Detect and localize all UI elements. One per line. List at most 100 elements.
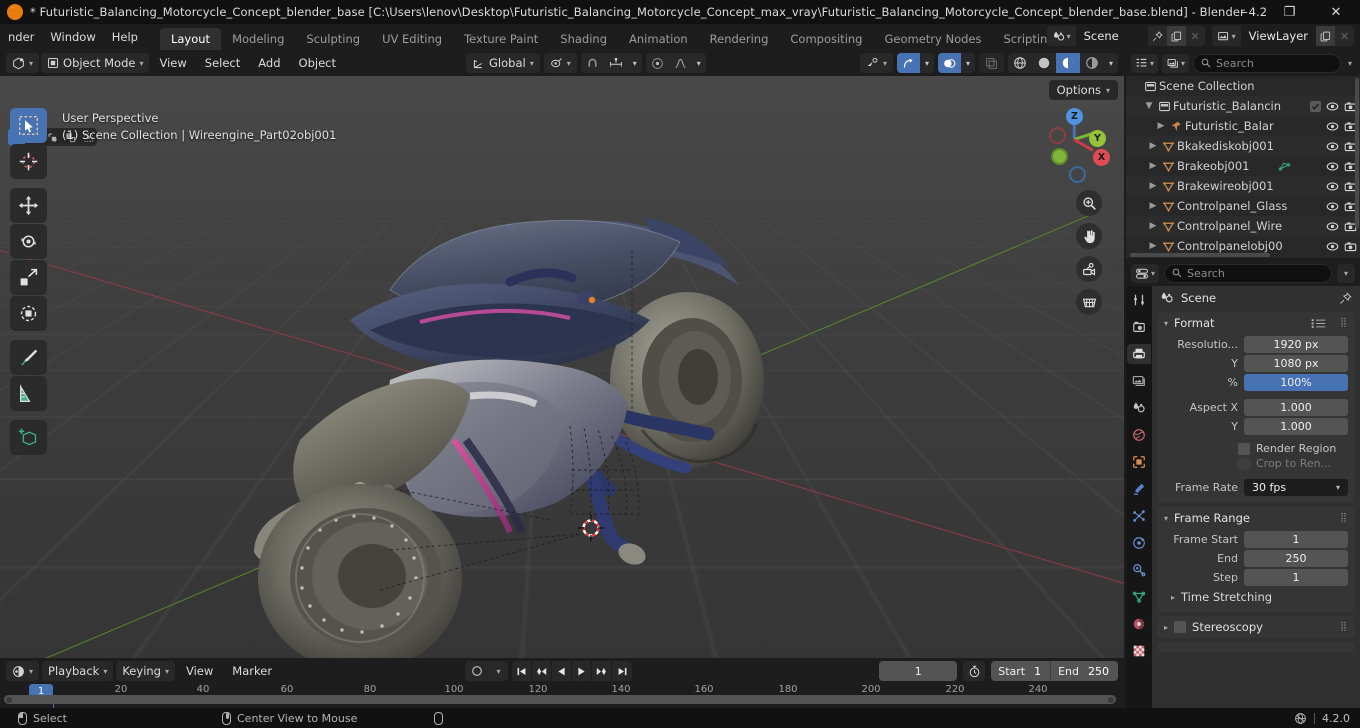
outliner-row-brakewireobj001[interactable]: ▶ Brakewireobj001: [1126, 176, 1360, 196]
frame-start-field[interactable]: 1: [1244, 530, 1348, 548]
tab-sculpting[interactable]: Sculpting: [295, 28, 371, 50]
tool-annotate[interactable]: [10, 340, 47, 375]
scene-selector[interactable]: ▾ Scene ✕: [1046, 26, 1205, 46]
tab-texture-paint[interactable]: Texture Paint: [453, 28, 549, 50]
tab-rendering[interactable]: Rendering: [699, 28, 780, 50]
move-view-icon[interactable]: [1076, 223, 1102, 249]
close-button[interactable]: ✕: [1312, 0, 1360, 24]
tool-tab[interactable]: [1127, 290, 1151, 310]
scene-icon[interactable]: ▾: [1046, 26, 1076, 46]
timeline-editor-type-button[interactable]: ▾: [6, 661, 40, 681]
viewlayer-name[interactable]: ViewLayer: [1240, 26, 1316, 46]
tool-move[interactable]: [10, 188, 47, 223]
grip-icon[interactable]: ⣿: [1340, 513, 1348, 523]
tab-modeling[interactable]: Modeling: [221, 28, 295, 50]
object-mode-dropdown[interactable]: Object Mode ▾: [41, 53, 150, 73]
tool-measure[interactable]: [10, 376, 47, 411]
modifier-tab[interactable]: [1127, 479, 1151, 499]
outliner-tree[interactable]: Scene Collection ▼ Futuristic_Balancin ▶: [1126, 76, 1360, 258]
hide-in-viewport-icon[interactable]: [1326, 161, 1339, 172]
properties-panel-area[interactable]: Scene ▾ Format ⣿ Resolutio... 1920 px Y …: [1152, 286, 1360, 708]
end-frame-value[interactable]: 250: [1086, 665, 1118, 678]
view-axis-gizmo[interactable]: Z Y X: [1043, 108, 1110, 183]
tab-uv-editing[interactable]: UV Editing: [371, 28, 453, 50]
particles-tab[interactable]: [1127, 506, 1151, 526]
overlays-group[interactable]: ▾: [937, 53, 975, 73]
hide-in-viewport-icon[interactable]: [1326, 221, 1339, 232]
jump-to-prev-keyframe-button[interactable]: [532, 661, 552, 681]
chevron-right-icon[interactable]: ▸: [1171, 593, 1175, 602]
jump-to-next-keyframe-button[interactable]: [592, 661, 612, 681]
zoom-view-icon[interactable]: [1076, 190, 1102, 216]
physics-tab[interactable]: [1127, 533, 1151, 553]
scene-name[interactable]: Scene: [1075, 26, 1148, 46]
3d-viewport[interactable]: ▾ Object Mode ▾ View Select Add Object G…: [0, 50, 1124, 658]
editor-type-button[interactable]: ▾: [6, 53, 40, 73]
visibility-dropdown[interactable]: ▾: [859, 53, 893, 73]
gizmo-axis-x[interactable]: X: [1093, 149, 1110, 166]
chevron-down-icon[interactable]: ▾: [692, 53, 706, 73]
outliner-search-input[interactable]: Search: [1193, 53, 1341, 73]
viewport-menu-view[interactable]: View: [151, 53, 194, 73]
exclude-checkbox[interactable]: [1310, 100, 1321, 112]
chevron-down-icon[interactable]: ▾: [1164, 514, 1168, 523]
snap-target-icon[interactable]: [604, 53, 628, 73]
minimize-button[interactable]: –: [1222, 0, 1267, 24]
render-tab[interactable]: [1127, 317, 1151, 337]
format-panel-header[interactable]: ▾ Format ⣿: [1157, 312, 1355, 334]
show-gizmo-icon[interactable]: [896, 53, 920, 73]
viewport-options-button[interactable]: Options ▾: [1048, 80, 1118, 100]
hide-in-viewport-icon[interactable]: [1326, 101, 1339, 112]
render-region-row[interactable]: Render Region: [1238, 442, 1348, 455]
outliner-row-armature[interactable]: ▶ Futuristic_Balar: [1126, 116, 1360, 136]
hide-in-viewport-icon[interactable]: [1326, 121, 1339, 132]
resolution-y-field[interactable]: 1080 px: [1244, 354, 1348, 372]
expand-toggle-icon[interactable]: ▶: [1146, 141, 1160, 151]
keying-dropdown[interactable]: Keying ▾: [116, 661, 175, 681]
tab-animation[interactable]: Animation: [618, 28, 699, 50]
expand-toggle-icon[interactable]: ▶: [1146, 201, 1160, 211]
outliner-editor-type-button[interactable]: ▾: [1131, 53, 1159, 73]
chevron-down-icon[interactable]: ▾: [1164, 319, 1168, 328]
record-icon[interactable]: [465, 661, 489, 681]
grip-icon[interactable]: ⣿: [1340, 622, 1348, 632]
render-region-checkbox[interactable]: [1238, 442, 1250, 455]
tab-shading[interactable]: Shading: [549, 28, 618, 50]
outliner-editor[interactable]: ▾ ▾ Search ▾ Scene Collection ▼ Futurist…: [1126, 50, 1360, 258]
outliner-filter-icon[interactable]: ▾: [1345, 54, 1355, 73]
play-button[interactable]: [572, 661, 592, 681]
proportional-edit-group[interactable]: ▾: [645, 53, 706, 73]
outliner-row-bkakediskobj001[interactable]: ▶ Bkakediskobj001: [1126, 136, 1360, 156]
expand-toggle-icon[interactable]: ▶: [1146, 181, 1160, 191]
gizmo-axis-z[interactable]: Z: [1066, 108, 1083, 125]
chevron-down-icon[interactable]: ▾: [961, 53, 975, 73]
proportional-edit-icon[interactable]: [646, 53, 669, 73]
outliner-row-brakeobj001[interactable]: ▶ Brakeobj001: [1126, 156, 1360, 176]
play-reverse-button[interactable]: [552, 661, 572, 681]
properties-options-button[interactable]: ▾: [1337, 263, 1355, 283]
toggle-perspective-icon[interactable]: [1076, 289, 1102, 315]
tool-cursor[interactable]: [10, 144, 47, 179]
frame-range-panel-header[interactable]: ▾ Frame Range ⣿: [1157, 507, 1355, 529]
crop-to-render-checkbox[interactable]: [1238, 457, 1250, 470]
object-tab[interactable]: [1127, 452, 1151, 472]
tool-scale[interactable]: [10, 260, 47, 295]
hide-in-viewport-icon[interactable]: [1326, 181, 1339, 192]
expand-toggle-icon[interactable]: ▶: [1154, 121, 1168, 131]
properties-search-input[interactable]: Search: [1164, 263, 1332, 283]
tab-compositing[interactable]: Compositing: [779, 28, 873, 50]
timeline-menu-marker[interactable]: Marker: [224, 661, 280, 681]
properties-editor[interactable]: ▾ Search ▾ Scene ▾ Format ⣿ Resolutio...…: [1126, 260, 1360, 708]
viewport-menu-select[interactable]: Select: [197, 53, 248, 73]
transform-orientation-dropdown[interactable]: Global ▾: [466, 53, 540, 73]
hide-in-viewport-icon[interactable]: [1326, 201, 1339, 212]
material-preview-icon[interactable]: [1055, 53, 1080, 73]
remove-viewlayer-icon[interactable]: ✕: [1335, 26, 1354, 46]
chevron-down-icon[interactable]: ▾: [489, 661, 508, 681]
aspect-x-field[interactable]: 1.000: [1244, 398, 1348, 416]
expand-toggle-icon[interactable]: ▶: [1146, 241, 1160, 251]
expand-toggle-icon[interactable]: ▼: [1142, 101, 1156, 111]
resolution-percent-field[interactable]: 100%: [1244, 373, 1348, 391]
viewport-menu-object[interactable]: Object: [291, 53, 344, 73]
playback-dropdown[interactable]: Playback ▾: [42, 661, 114, 681]
